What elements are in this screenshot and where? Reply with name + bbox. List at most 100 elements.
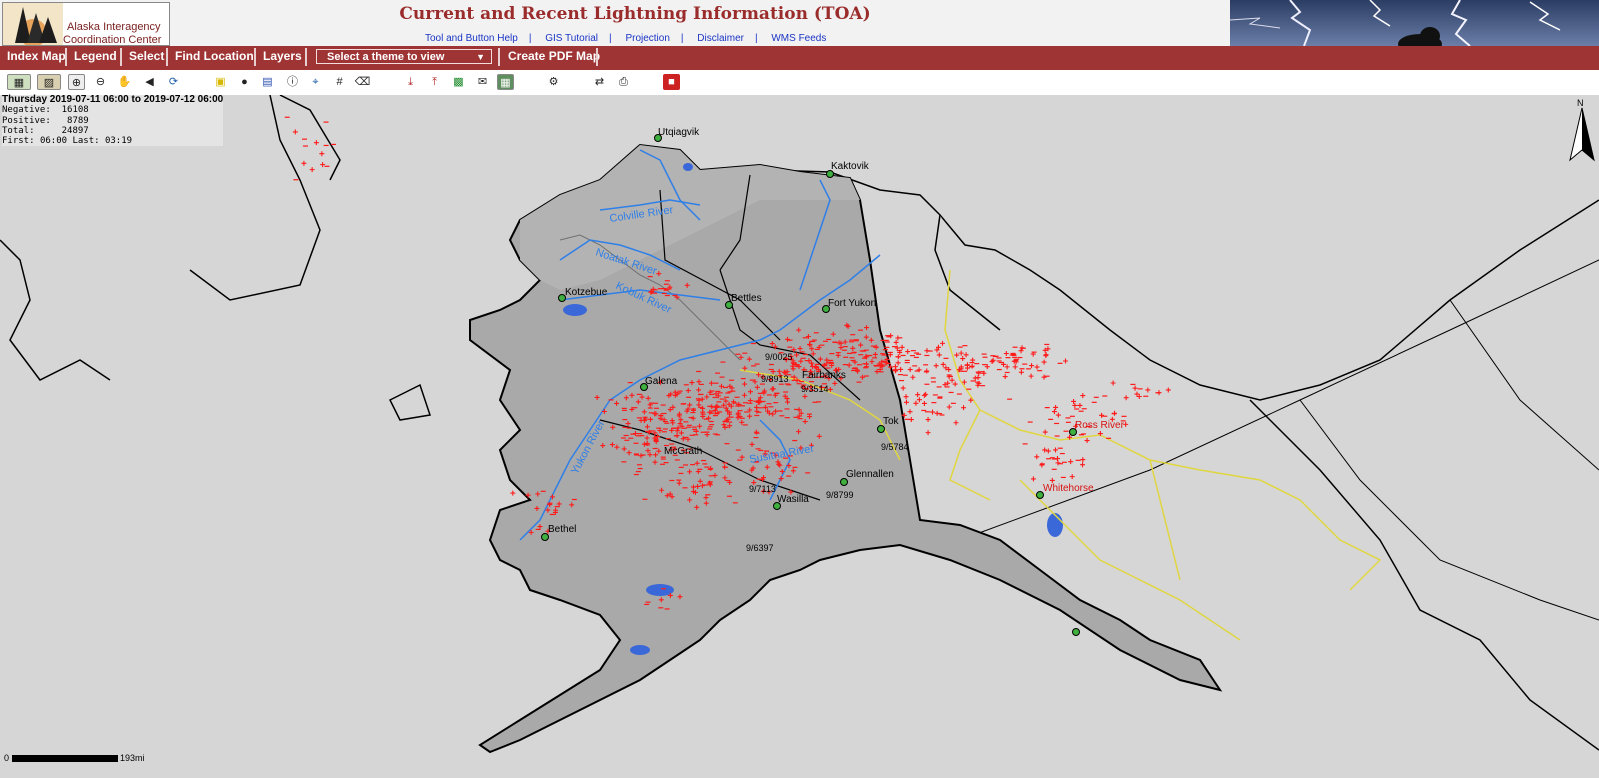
first-label: First:	[2, 136, 35, 147]
lightning-positive-mark	[510, 490, 516, 496]
lightning-positive-mark	[1068, 459, 1074, 465]
lightning-positive-mark	[1018, 348, 1024, 354]
lightning-positive-mark	[1034, 454, 1040, 460]
label-ross-river: Ross River	[1075, 420, 1125, 431]
lightning-positive-mark	[1051, 409, 1057, 415]
disclaimer-link[interactable]: Disclaimer	[697, 33, 744, 44]
download-icon[interactable]: ⤓	[402, 74, 419, 90]
print-icon[interactable]: ⎙	[615, 74, 632, 90]
lightning-positive-mark	[1041, 359, 1047, 365]
zoom-out-icon[interactable]: ⊖	[92, 74, 109, 90]
lightning-positive-mark	[1019, 345, 1025, 351]
page-title: Current and Recent Lightning Information…	[399, 4, 871, 24]
select-rectangle-icon[interactable]: ▣	[212, 74, 229, 90]
chevron-down-icon: ▼	[476, 52, 485, 62]
lightning-positive-mark	[898, 366, 904, 372]
lightning-positive-mark	[908, 417, 914, 423]
lightning-positive-mark	[892, 368, 898, 374]
lightning-positive-mark	[924, 368, 930, 374]
find-location-button[interactable]: Find Location	[175, 46, 254, 68]
email-icon[interactable]: ✉	[474, 74, 491, 90]
lightning-positive-mark	[1099, 412, 1105, 418]
grid-icon[interactable]: #	[331, 74, 348, 90]
table-icon[interactable]: ▦	[497, 74, 514, 90]
projection-link[interactable]: Projection	[625, 33, 669, 44]
lightning-positive-mark	[972, 375, 978, 381]
lightning-positive-mark	[1012, 364, 1018, 370]
lightning-positive-mark	[1123, 395, 1129, 401]
fire-label: 9/6397	[746, 543, 774, 553]
identify-icon[interactable]: ●	[236, 74, 253, 90]
tool-help-link[interactable]: Tool and Button Help	[425, 33, 518, 44]
lightning-positive-mark	[899, 344, 905, 350]
lightning-positive-mark	[888, 333, 894, 339]
pan-hand-icon[interactable]: ✋	[116, 74, 133, 90]
zoom-in-icon[interactable]: ⊕	[68, 74, 85, 90]
lightning-positive-mark	[895, 360, 901, 366]
export-excel-icon[interactable]: ▩	[450, 74, 467, 90]
gis-tutorial-link[interactable]: GIS Tutorial	[545, 33, 598, 44]
info-icon[interactable]: ⓘ	[284, 74, 301, 90]
index-map-button[interactable]: Index Map	[7, 46, 66, 68]
create-pdf-map-button[interactable]: Create PDF Map	[508, 46, 600, 68]
label-galena: Galena	[645, 376, 678, 387]
menu-bar: Index Map Legend Select Find Location La…	[0, 46, 1599, 70]
fire-label: 9/0025	[765, 352, 793, 362]
lightning-positive-mark	[907, 409, 913, 415]
lightning-positive-mark	[940, 361, 946, 367]
lightning-positive-mark	[903, 394, 909, 400]
lightning-positive-mark	[1003, 350, 1009, 356]
menu-divider	[120, 48, 122, 66]
total-count: 24897	[61, 125, 89, 136]
settings-icon[interactable]: ⚙	[545, 74, 562, 90]
lightning-positive-mark	[1145, 387, 1151, 393]
layer-list-icon[interactable]: ▤	[259, 74, 276, 90]
label-glennallen: Glennallen	[846, 469, 894, 480]
lightning-positive-mark	[1029, 363, 1035, 369]
upload-icon[interactable]: ⤒	[426, 74, 443, 90]
lightning-positive-mark	[1080, 462, 1086, 468]
lightning-positive-mark	[1080, 393, 1086, 399]
menu-divider	[305, 48, 307, 66]
theme-select[interactable]: Select a theme to view ▼	[316, 49, 492, 64]
overview-map-icon[interactable]: ▦	[7, 74, 31, 90]
lightning-positive-mark	[958, 350, 964, 356]
lightning-positive-mark	[913, 400, 919, 406]
scale-max: 193mi	[120, 753, 145, 763]
date-range: Thursday 2019-07-11 06:00 to 2019-07-12 …	[2, 94, 224, 105]
lightning-positive-mark	[1136, 393, 1142, 399]
full-extent-icon[interactable]: ▨	[37, 74, 61, 90]
label-fort-yukon: Fort Yukon	[828, 298, 876, 309]
lightning-positive-mark	[1002, 374, 1008, 380]
last-label: Last:	[72, 136, 100, 147]
measure-icon[interactable]: ⇄	[591, 74, 608, 90]
legend-button[interactable]: Legend	[74, 46, 117, 68]
lightning-positive-mark	[1053, 447, 1059, 453]
lightning-positive-mark	[921, 400, 927, 406]
label-wasilla: Wasilla	[777, 494, 809, 505]
total-label: Total:	[2, 125, 35, 136]
lightning-stats: Thursday 2019-07-11 06:00 to 2019-07-12 …	[2, 94, 224, 147]
lightning-positive-mark	[1053, 404, 1059, 410]
lightning-positive-mark	[1045, 448, 1051, 454]
lightning-positive-mark	[1042, 447, 1048, 453]
lightning-positive-mark	[936, 352, 942, 358]
locate-icon[interactable]: ⌖	[307, 74, 324, 90]
lightning-positive-mark	[1069, 474, 1075, 480]
lightning-banner-image	[1230, 0, 1599, 46]
eraser-icon[interactable]: ⌫	[354, 74, 371, 90]
trash-icon[interactable]: ■	[663, 74, 680, 90]
select-button[interactable]: Select	[129, 46, 164, 68]
lightning-positive-mark	[925, 417, 931, 423]
logo-line2: Coordination Center	[63, 34, 162, 46]
wms-feeds-link[interactable]: WMS Feeds	[771, 33, 826, 44]
label-utqiagvik: Utqiagvik	[658, 127, 700, 138]
positive-label: Positive:	[2, 115, 51, 126]
layers-button[interactable]: Layers	[263, 46, 302, 68]
back-extent-icon[interactable]: ◀	[141, 74, 158, 90]
fire-label: 9/7113	[749, 484, 776, 494]
refresh-icon[interactable]: ⟳	[165, 74, 182, 90]
first-time: 06:00	[39, 136, 68, 147]
lightning-map[interactable]: Utqiagvik Kaktovik Kotzebue Bettles Fort…	[0, 95, 1599, 778]
theme-select-value: Select a theme to view	[327, 51, 445, 63]
